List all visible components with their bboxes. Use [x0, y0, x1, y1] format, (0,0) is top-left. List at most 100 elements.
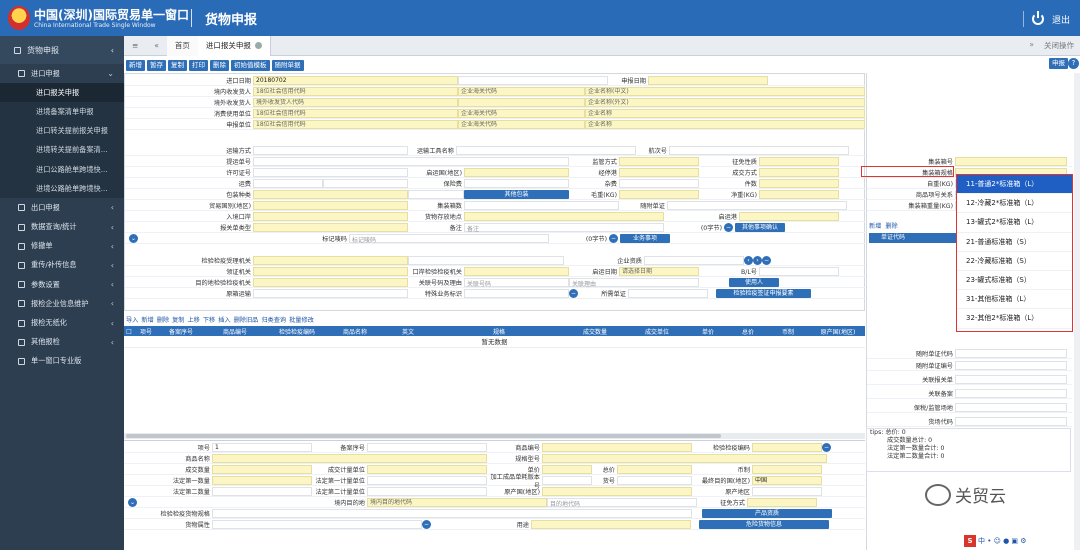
help-icon[interactable]: ? [1068, 58, 1079, 69]
next-circle-icon[interactable]: › [753, 256, 762, 266]
sidebar-item[interactable]: 进口申报 ⌄ [0, 64, 124, 83]
sidebar-header[interactable]: 货物申报 ‹ [0, 36, 124, 64]
template-button[interactable]: 初始值模板 [231, 59, 270, 71]
spec-field[interactable] [542, 454, 827, 464]
cert-tab[interactable]: 单证代码 [869, 233, 959, 243]
tab-import-declare[interactable]: 进口报关申报 [197, 35, 271, 56]
company-name-field[interactable]: 企业名称 [585, 109, 865, 119]
goods-code-field[interactable] [542, 443, 692, 453]
tax-nature-field[interactable] [759, 157, 839, 167]
pack-type-field[interactable] [253, 190, 408, 200]
grid-column-header[interactable]: 原产国(地区) [808, 327, 868, 336]
legal-qty2-field[interactable] [212, 487, 312, 497]
dest-authority-field[interactable] [253, 278, 408, 288]
insurance-field[interactable] [464, 179, 569, 189]
final-dest-field[interactable]: 中国 [752, 476, 822, 486]
price-field[interactable] [542, 465, 592, 475]
attached-docs-button[interactable]: 随附单据 [271, 59, 304, 71]
inspect-code-field[interactable] [752, 443, 822, 453]
sidebar-item[interactable]: 进境备案清单申报 [0, 102, 124, 122]
sidebar-item[interactable]: 参数设置 ‹ [0, 275, 124, 294]
inspect-authority-field[interactable] [253, 256, 408, 266]
prev-circle-icon[interactable]: ‹ [744, 256, 753, 266]
remark-field[interactable]: 备注 [464, 223, 664, 233]
sidebar-item[interactable]: 进口转关提前报关申报 [0, 121, 124, 141]
origin-country-field[interactable] [464, 168, 569, 178]
print-button[interactable]: 打印 [189, 59, 208, 71]
grid-column-header[interactable]: 英文 [382, 327, 434, 336]
misc-fee-field[interactable] [619, 179, 699, 189]
company-name-field[interactable]: 企业名称(外文) [585, 98, 865, 108]
bonded-place-field[interactable] [955, 403, 1067, 413]
sidebar-item[interactable]: 进境公路舱单跨境快... [0, 179, 124, 199]
business-items-button[interactable]: 业务事项 [620, 234, 670, 244]
close-ops-menu[interactable]: 关闭操作 [1044, 40, 1074, 51]
original-box-field[interactable] [253, 289, 408, 299]
goods-name-field[interactable] [212, 454, 487, 464]
sidebar-item[interactable]: 重传/补传信息 ‹ [0, 256, 124, 275]
minus-circle-icon[interactable]: − [422, 520, 431, 530]
delete-button[interactable]: 删除 [210, 59, 229, 71]
enterprise-qual-field[interactable] [644, 256, 744, 266]
minus-circle-icon[interactable]: − [762, 256, 771, 266]
attached-cert-field[interactable] [955, 349, 1067, 359]
import-date-field[interactable]: 20180702 [253, 76, 458, 86]
grid-column-header[interactable]: 项号 [134, 327, 158, 336]
company-name-field[interactable]: 企业名称(中文) [585, 87, 865, 97]
blank-field[interactable] [458, 76, 608, 86]
entry-port-field[interactable] [253, 212, 408, 222]
port-inspect-field[interactable] [464, 267, 569, 277]
dropdown-option[interactable]: 12-冷藏2*标准箱（L） [957, 194, 1072, 214]
delete-container-button[interactable]: 删除 [885, 221, 897, 230]
grid-column-header[interactable]: 成交单位 [626, 327, 688, 336]
minus-circle-icon[interactable]: − [724, 223, 733, 233]
currency-field[interactable] [752, 465, 822, 475]
inspect-spec-field[interactable] [212, 509, 692, 519]
bill-no-field[interactable] [253, 157, 569, 167]
product-qual-button[interactable]: 产品资质 [702, 509, 832, 519]
dest-area-field[interactable]: 境内目的地代码 [367, 498, 547, 508]
other-pack-button[interactable]: 其他包装 [464, 190, 569, 200]
customs-code-field[interactable]: 企业海关代码 [458, 87, 585, 97]
sidebar-item[interactable]: 单一窗口专业版 [0, 352, 124, 371]
required-cert-field[interactable] [628, 289, 708, 299]
container-no-field[interactable] [955, 157, 1067, 167]
dropdown-option[interactable]: 23-罐式标准箱（S） [957, 271, 1072, 291]
container-count-field[interactable] [464, 201, 619, 211]
close-icon[interactable] [254, 42, 262, 49]
goods-no-field[interactable] [617, 476, 692, 486]
expand-circle-icon[interactable]: ⌄ [129, 234, 138, 244]
usage-field[interactable] [531, 520, 691, 530]
sidebar-item[interactable]: 进口报关申报 [0, 83, 124, 103]
minus-circle-icon[interactable]: − [822, 443, 831, 453]
pieces-field[interactable] [759, 179, 839, 189]
grid-column-header[interactable]: 单价 [688, 327, 728, 336]
goods-location-field[interactable] [464, 212, 664, 222]
credit-code-field[interactable]: 18位社会信用代码 [253, 120, 458, 130]
credit-code-field[interactable]: 境外收发货人代码 [253, 98, 458, 108]
grid-toolbar-button[interactable]: 导入 [126, 315, 138, 324]
back-icon[interactable]: « [146, 36, 167, 56]
grid-column-header[interactable]: 规格 [434, 327, 564, 336]
customs-code-field[interactable]: 企业海关代码 [458, 109, 585, 119]
sidebar-item[interactable]: 修撤单 ‹ [0, 237, 124, 256]
customs-code-field[interactable]: 企业海关代码 [458, 120, 585, 130]
exit-button[interactable]: 退出 [1022, 11, 1070, 27]
grid-column-header[interactable]: 币制 [768, 327, 808, 336]
origin-area-field[interactable] [752, 487, 822, 497]
dropdown-option[interactable]: 13-罐式2*标准箱（L） [957, 213, 1072, 233]
minus-circle-icon[interactable]: − [609, 234, 618, 244]
item-no-field[interactable]: 1 [212, 443, 312, 453]
declare-button[interactable]: 申报 [1049, 58, 1068, 69]
yard-code-field[interactable] [955, 417, 1067, 427]
sidebar-item[interactable]: 进境转关提前备案清... [0, 140, 124, 160]
grid-toolbar-button[interactable]: 新增 [141, 315, 153, 324]
sidebar-item[interactable]: 进口公路舱单跨境快... [0, 159, 124, 180]
stop-port-field[interactable] [619, 168, 699, 178]
user-button[interactable]: 使用人 [729, 278, 779, 288]
credit-code-field[interactable]: 18位社会信用代码 [253, 87, 458, 97]
horizontal-scrollbar[interactable] [124, 433, 865, 439]
hazard-info-button[interactable]: 危险货物信息 [699, 520, 829, 530]
grid-column-header[interactable]: 商品名称 [328, 327, 382, 336]
dropdown-option[interactable]: 21-普通标准箱（S） [957, 233, 1072, 252]
